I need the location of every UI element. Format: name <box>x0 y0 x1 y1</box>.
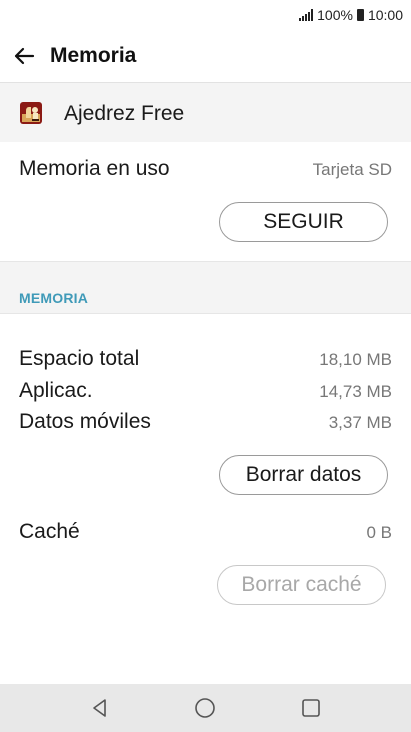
signal-icon <box>299 9 314 21</box>
back-arrow-icon[interactable] <box>10 42 38 70</box>
chess-app-icon <box>20 102 42 124</box>
navigation-bar <box>0 684 411 732</box>
nav-back-icon[interactable] <box>86 694 114 722</box>
status-bar: 100% 10:00 <box>0 0 411 30</box>
section-header-label: MEMORIA <box>19 290 89 306</box>
section-header: MEMORIA <box>0 261 411 314</box>
nav-home-icon[interactable] <box>191 694 219 722</box>
change-storage-button[interactable]: SEGUIR <box>219 202 388 242</box>
cache-label: Caché <box>19 520 80 543</box>
page-title: Memoria <box>50 44 137 67</box>
memory-row-app-value: 14,73 MB <box>319 382 392 401</box>
status-icons: 100% 10:00 <box>299 7 403 23</box>
app-name: Ajedrez Free <box>64 102 185 125</box>
memory-row-total-value: 18,10 MB <box>319 350 392 369</box>
nav-recents-icon[interactable] <box>297 694 325 722</box>
clear-data-button[interactable]: Borrar datos <box>219 455 388 495</box>
cache-value: 0 B <box>366 523 392 542</box>
memory-row-total-label: Espacio total <box>19 347 140 370</box>
battery-icon <box>356 9 364 21</box>
storage-in-use-label: Memoria en uso <box>19 157 170 180</box>
app-bar: Memoria <box>0 30 411 83</box>
memory-row-data-label: Datos móviles <box>19 410 151 433</box>
storage-in-use-value: Tarjeta SD <box>312 160 392 179</box>
status-time: 10:00 <box>367 7 403 23</box>
memory-row-app-label: Aplicac. <box>19 379 93 402</box>
memory-row-data-value: 3,37 MB <box>328 413 392 432</box>
battery-percent: 100% <box>317 7 353 23</box>
clear-cache-button[interactable]: Borrar caché <box>217 565 386 605</box>
app-header-row: Ajedrez Free <box>0 83 411 142</box>
